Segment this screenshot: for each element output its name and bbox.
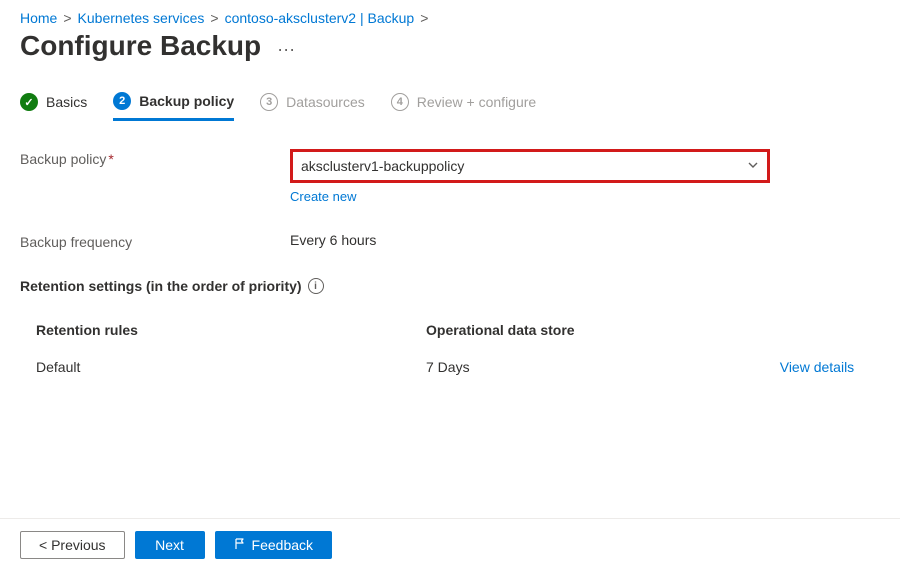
retention-col-store-header: Operational data store xyxy=(426,322,754,338)
feedback-label: Feedback xyxy=(252,537,313,553)
step-label: Datasources xyxy=(286,94,365,110)
retention-row: Default 7 Days View details xyxy=(20,348,854,385)
backup-frequency-value: Every 6 hours xyxy=(290,232,376,248)
backup-frequency-label: Backup frequency xyxy=(20,232,290,250)
breadcrumb-resource[interactable]: contoso-aksclusterv2 | Backup xyxy=(225,10,415,26)
step-number-icon: 2 xyxy=(113,92,131,110)
breadcrumb-sep: > xyxy=(210,10,218,26)
next-button[interactable]: Next xyxy=(135,531,205,559)
retention-title: Retention settings (in the order of prio… xyxy=(20,278,302,294)
step-label: Backup policy xyxy=(139,93,234,109)
breadcrumb-home[interactable]: Home xyxy=(20,10,57,26)
breadcrumb-sep: > xyxy=(420,10,428,26)
step-number-icon: 4 xyxy=(391,93,409,111)
backup-policy-select[interactable]: aksclusterv1-backuppolicy xyxy=(290,149,770,183)
breadcrumb: Home > Kubernetes services > contoso-aks… xyxy=(20,10,880,26)
step-basics[interactable]: ✓ Basics xyxy=(20,93,87,119)
info-icon[interactable]: i xyxy=(308,278,324,294)
create-new-link[interactable]: Create new xyxy=(290,189,356,204)
page-title: Configure Backup xyxy=(20,30,261,62)
step-review[interactable]: 4 Review + configure xyxy=(391,93,536,119)
check-icon: ✓ xyxy=(20,93,38,111)
retention-table: Retention rules Operational data store D… xyxy=(20,312,854,385)
required-indicator: * xyxy=(108,151,113,167)
breadcrumb-sep: > xyxy=(63,10,71,26)
feedback-button[interactable]: Feedback xyxy=(215,531,332,559)
view-details-link[interactable]: View details xyxy=(754,359,854,375)
more-button[interactable]: ··· xyxy=(277,34,295,58)
retention-store-value: 7 Days xyxy=(426,359,754,375)
chevron-down-icon xyxy=(747,158,759,174)
retention-rule-name: Default xyxy=(36,359,426,375)
step-number-icon: 3 xyxy=(260,93,278,111)
step-datasources[interactable]: 3 Datasources xyxy=(260,93,365,119)
backup-policy-label: Backup policy* xyxy=(20,149,290,204)
backup-policy-value: aksclusterv1-backuppolicy xyxy=(301,158,464,174)
previous-button[interactable]: < Previous xyxy=(20,531,125,559)
step-label: Basics xyxy=(46,94,87,110)
wizard-footer: < Previous Next Feedback xyxy=(0,518,900,559)
retention-col-rules-header: Retention rules xyxy=(36,322,426,338)
breadcrumb-service[interactable]: Kubernetes services xyxy=(78,10,205,26)
flag-icon xyxy=(234,538,246,553)
step-label: Review + configure xyxy=(417,94,536,110)
step-backup-policy[interactable]: 2 Backup policy xyxy=(113,92,234,121)
wizard-steps: ✓ Basics 2 Backup policy 3 Datasources 4… xyxy=(20,92,880,121)
